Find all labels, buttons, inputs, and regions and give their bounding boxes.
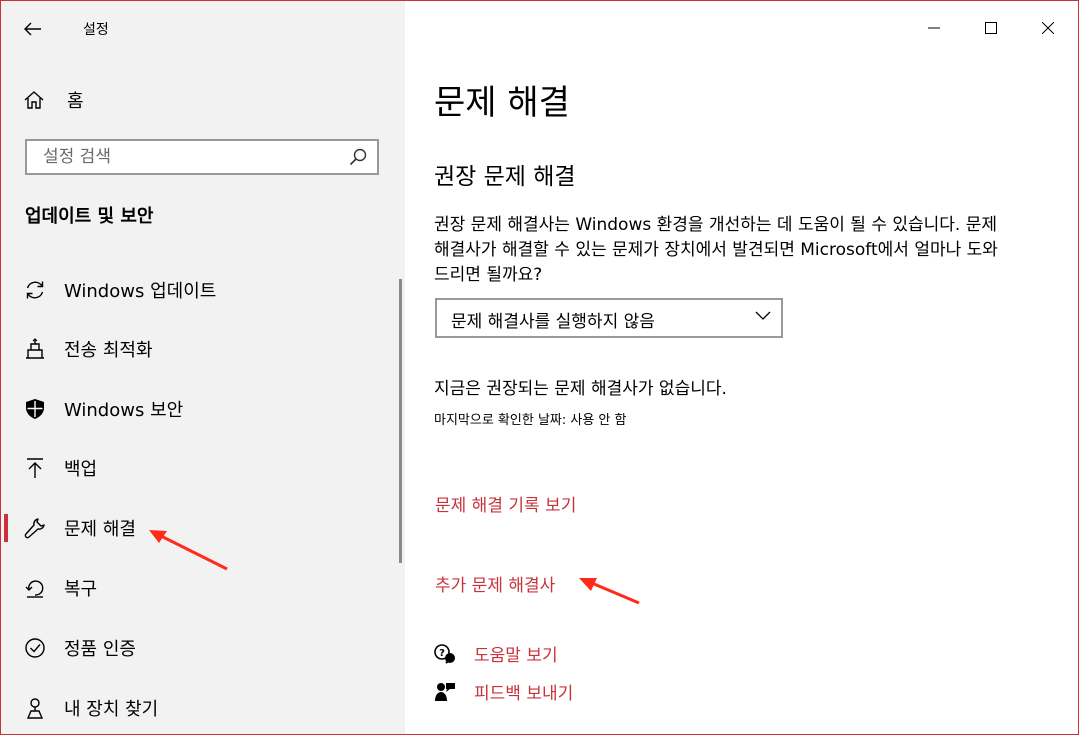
feedback-link[interactable]: 피드백 보내기 [474,679,573,704]
close-button[interactable] [1033,13,1063,43]
back-button[interactable] [17,13,49,45]
sidebar-item-activation[interactable]: 정품 인증 [1,620,399,676]
sidebar-item-backup[interactable]: 백업 [1,440,399,496]
status-text: 지금은 권장되는 문제 해결사가 없습니다. [434,379,727,399]
recommended-description: 권장 문제 해결사는 Windows 환경을 개선하는 데 도움이 될 수 있습… [434,215,998,285]
sidebar-item-delivery-optimization[interactable]: 전송 최적화 [1,321,399,377]
settings-window: 설정 홈 업데이트 및 보안 [0,0,1079,735]
sidebar-item-label: 정품 인증 [64,639,136,660]
app-title: 설정 [83,22,109,38]
feedback-link-row[interactable]: 피드백 보내기 [434,679,573,704]
feedback-icon [435,682,455,701]
help-link[interactable]: 도움말 보기 [474,641,558,666]
sidebar: 설정 홈 업데이트 및 보안 [1,1,405,734]
annotation-arrow-troubleshoot [149,530,228,571]
sidebar-item-label: 복구 [64,579,98,600]
minimize-icon [928,27,940,29]
search-icon [349,148,367,166]
check-circle-icon [23,636,47,660]
sidebar-item-find-my-device[interactable]: 내 장치 찾기 [1,680,399,734]
home-nav-item[interactable]: 홈 [23,85,84,115]
annotation-arrow-additional [579,578,640,605]
find-device-icon [23,696,47,720]
close-icon [1042,22,1054,34]
sidebar-item-label: 전송 최적화 [64,340,153,361]
help-link-row[interactable]: ? 도움말 보기 [434,641,558,666]
home-icon [24,91,44,109]
shield-icon [23,397,47,421]
sidebar-item-label: 문제 해결 [64,519,136,540]
sidebar-item-windows-update[interactable]: Windows 업데이트 [1,262,399,318]
maximize-icon [985,22,997,34]
backup-arrow-icon [23,456,47,480]
history-link[interactable]: 문제 해결 기록 보기 [435,491,576,516]
sync-icon [23,278,47,302]
minimize-button[interactable] [919,13,949,43]
last-checked-text: 마지막으로 확인한 날짜: 사용 안 함 [434,413,627,428]
search-input[interactable] [41,141,345,173]
help-chat-icon: ? [434,643,455,664]
sidebar-scrollbar[interactable] [399,279,402,563]
additional-troubleshooters-link[interactable]: 추가 문제 해결사 [435,571,555,596]
sidebar-item-label: Windows 보안 [64,400,184,421]
wrench-icon [23,516,47,540]
sidebar-item-label: 백업 [64,459,98,480]
sidebar-item-label: 내 장치 찾기 [64,699,159,720]
maximize-button[interactable] [976,13,1006,43]
search-box[interactable] [25,139,379,175]
sidebar-item-windows-security[interactable]: Windows 보안 [1,381,399,437]
home-label: 홈 [67,91,84,112]
page-title: 문제 해결 [434,83,570,123]
main-content: 문제 해결 권장 문제 해결 권장 문제 해결사는 Windows 환경을 개선… [405,1,1078,734]
chevron-down-icon [755,311,771,320]
svg-text:?: ? [439,648,445,659]
back-arrow-icon [24,22,41,36]
recovery-icon [23,576,47,600]
section-title: 업데이트 및 보안 [25,206,154,227]
dropdown-value: 문제 해결사를 실행하지 않음 [451,312,655,332]
section-subtitle: 권장 문제 해결 [434,164,576,190]
delivery-optimization-icon [23,337,47,361]
sidebar-item-label: Windows 업데이트 [64,281,217,302]
troubleshooter-dropdown[interactable]: 문제 해결사를 실행하지 않음 [435,298,783,338]
